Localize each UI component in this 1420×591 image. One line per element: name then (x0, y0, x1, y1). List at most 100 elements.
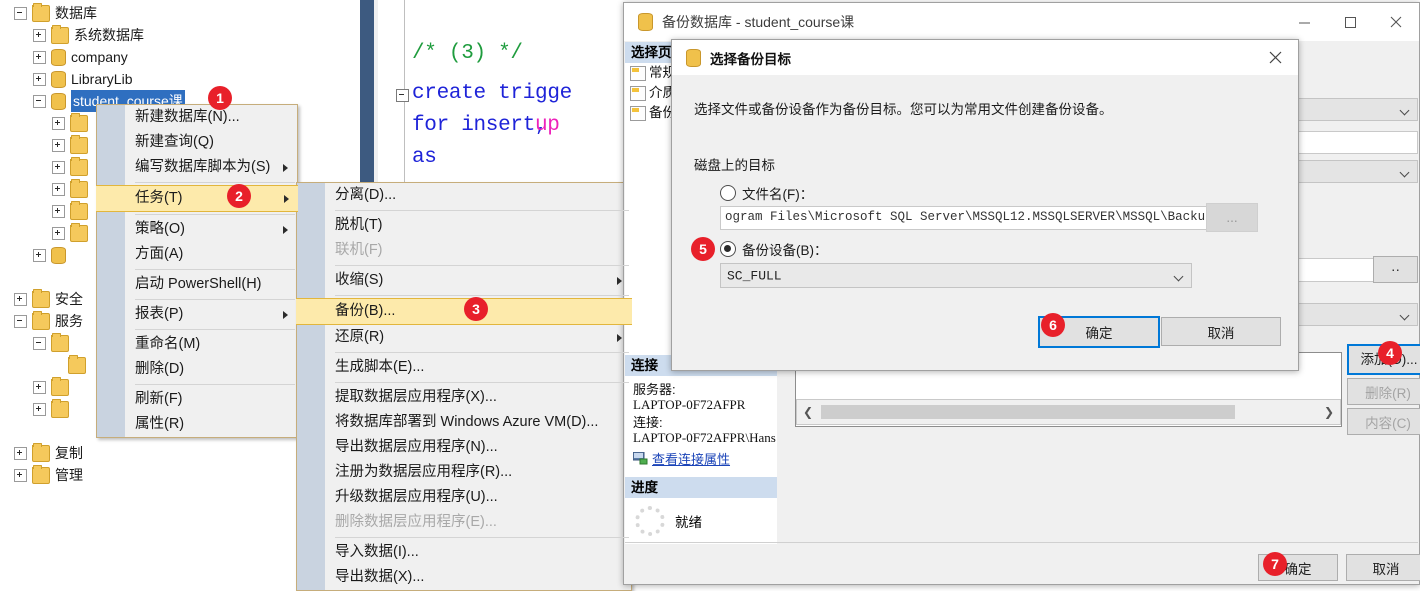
expander-icon[interactable] (52, 226, 65, 240)
menu-item-0[interactable]: 新建数据库(N)... (97, 105, 297, 130)
expander-icon[interactable] (33, 380, 46, 394)
expander-icon[interactable] (33, 50, 46, 64)
tree-node-5[interactable] (52, 112, 93, 134)
tree-node-15[interactable] (52, 354, 91, 376)
menu-item-3[interactable]: 收缩(S) (297, 268, 631, 293)
collapser-icon[interactable] (33, 336, 46, 350)
tree-node-11[interactable] (33, 244, 71, 266)
recovery-model-combo[interactable] (1284, 98, 1418, 121)
expander-icon[interactable] (52, 116, 65, 130)
menu-item-label: 导出数据(X)... (335, 569, 425, 585)
tasks-submenu[interactable]: 分离(D)... 脱机(T) 联机(F) 收缩(S) 备份(B)... 还原(R) 生成脚本… (296, 182, 632, 591)
tree-node-0[interactable]: 数据库 (14, 2, 97, 24)
menu-item-10[interactable]: 刷新(F) (97, 387, 297, 412)
close-icon[interactable] (1252, 40, 1298, 75)
menu-item-3[interactable]: 任务(T) (96, 185, 298, 212)
menu-item-6[interactable]: 生成脚本(E)... (297, 355, 631, 380)
expander-icon[interactable] (33, 402, 46, 416)
menu-item-1[interactable]: 新建查询(Q) (97, 130, 297, 155)
expander-icon[interactable] (33, 248, 46, 262)
tree-node-13[interactable]: 服务 (14, 310, 83, 332)
database-context-menu[interactable]: 新建数据库(N)... 新建查询(Q) 编写数据库脚本为(S) 任务(T) 策略(O) 方… (96, 104, 298, 438)
menu-item-11[interactable]: 升级数据层应用程序(U)... (297, 485, 631, 510)
tree-node-14[interactable] (33, 332, 74, 354)
tree-node-7[interactable] (52, 156, 93, 178)
menu-item-5[interactable]: 方面(A) (97, 242, 297, 267)
folder-icon (70, 178, 88, 198)
progress-spinner-icon (635, 506, 665, 536)
destination-list-hscrollbar[interactable]: ❮ ❯ (796, 399, 1341, 425)
minimize-button[interactable] (1281, 3, 1327, 41)
menu-item-2: 联机(F) (297, 238, 631, 263)
tree-node-8[interactable] (52, 178, 93, 200)
tree-node-18[interactable]: 复制 (14, 442, 83, 464)
menu-item-10[interactable]: 注册为数据层应用程序(R)... (297, 460, 631, 485)
expander-icon[interactable] (14, 292, 27, 306)
view-connection-properties-link[interactable]: 查看连接属性 (652, 449, 730, 468)
expander-icon[interactable] (33, 72, 46, 86)
menu-item-label: 报表(P) (135, 306, 184, 322)
backup-set-name-field[interactable] (1284, 131, 1418, 154)
expander-icon[interactable] (52, 138, 65, 152)
tree-node-9[interactable] (52, 200, 93, 222)
expander-icon[interactable] (14, 468, 27, 482)
scroll-left-arrow[interactable]: ❮ (803, 405, 813, 419)
tree-node-12[interactable]: 安全 (14, 288, 83, 310)
collapser-icon[interactable] (14, 314, 27, 328)
menu-item-8[interactable]: 重命名(M) (97, 332, 297, 357)
menu-item-0[interactable]: 分离(D)... (297, 183, 631, 208)
collapser-icon[interactable] (33, 94, 46, 108)
backup-device-combo[interactable]: SC_FULL (720, 263, 1192, 288)
backup-type-combo[interactable] (1284, 160, 1418, 183)
maximize-button[interactable] (1327, 3, 1373, 41)
choose-dest-cancel-button[interactable]: 取消 (1161, 317, 1281, 346)
menu-item-14[interactable]: 导出数据(X)... (297, 565, 631, 590)
menu-item-11[interactable]: 属性(R) (97, 412, 297, 437)
filename-browse-button[interactable]: ... (1206, 203, 1258, 232)
menu-item-label: 刷新(F) (135, 391, 183, 407)
hscroll-thumb[interactable] (821, 405, 1235, 419)
code-fold-toggle[interactable] (396, 89, 409, 102)
expander-icon[interactable] (14, 446, 27, 460)
collapser-icon[interactable] (14, 6, 27, 20)
filename-radio[interactable] (720, 185, 736, 201)
menu-item-5[interactable]: 还原(R) (297, 325, 631, 350)
scroll-right-arrow[interactable]: ❯ (1324, 405, 1334, 419)
tree-node-2[interactable]: company (33, 46, 128, 68)
tree-node-19[interactable]: 管理 (14, 464, 83, 486)
menu-item-7[interactable]: 提取数据层应用程序(X)... (297, 385, 631, 410)
menu-item-9[interactable]: 导出数据层应用程序(N)... (297, 435, 631, 460)
tree-node-10[interactable] (52, 222, 93, 244)
menu-item-label: 生成脚本(E)... (335, 359, 425, 375)
tree-node-17[interactable] (33, 398, 74, 420)
menu-separator (335, 352, 629, 353)
menu-item-label: 升级数据层应用程序(U)... (335, 489, 498, 505)
expiration-browse-button[interactable]: ·· (1373, 256, 1418, 283)
tree-node-3[interactable]: LibraryLib (33, 68, 132, 90)
close-button[interactable] (1373, 3, 1419, 41)
server-label: 服务器: (633, 382, 676, 397)
tree-node-16[interactable] (33, 376, 74, 398)
expander-icon[interactable] (52, 182, 65, 196)
menu-item-9[interactable]: 删除(D) (97, 357, 297, 382)
expander-icon[interactable] (33, 28, 46, 42)
menu-item-4[interactable]: 策略(O) (97, 217, 297, 242)
menu-item-7[interactable]: 报表(P) (97, 302, 297, 327)
destination-combo[interactable] (1284, 303, 1418, 326)
tree-node-6[interactable] (52, 134, 93, 156)
menu-item-13[interactable]: 导入数据(I)... (297, 540, 631, 565)
tree-node-1[interactable]: 系统数据库 (33, 24, 144, 46)
expander-icon[interactable] (52, 204, 65, 218)
menu-item-2[interactable]: 编写数据库脚本为(S) (97, 155, 297, 180)
backup-window-titlebar[interactable]: 备份数据库 - student_course课 (624, 3, 1419, 41)
backup-cancel-button[interactable]: 取消 (1346, 554, 1420, 581)
choose-dest-titlebar[interactable]: 选择备份目标 (672, 40, 1298, 75)
connection-value: LAPTOP-0F72AFPR\Hans (633, 430, 776, 445)
choose-backup-destination-dialog[interactable]: 选择备份目标 选择文件或备份设备作为备份目标。您可以为常用文件创建备份设备。 磁… (671, 39, 1299, 371)
filename-input[interactable]: ogram Files\Microsoft SQL Server\MSSQL12… (720, 206, 1220, 230)
backup-device-radio[interactable] (720, 241, 736, 257)
menu-item-1[interactable]: 脱机(T) (297, 213, 631, 238)
menu-item-6[interactable]: 启动 PowerShell(H) (97, 272, 297, 297)
expander-icon[interactable] (52, 160, 65, 174)
menu-item-8[interactable]: 将数据库部署到 Windows Azure VM(D)... (297, 410, 631, 435)
